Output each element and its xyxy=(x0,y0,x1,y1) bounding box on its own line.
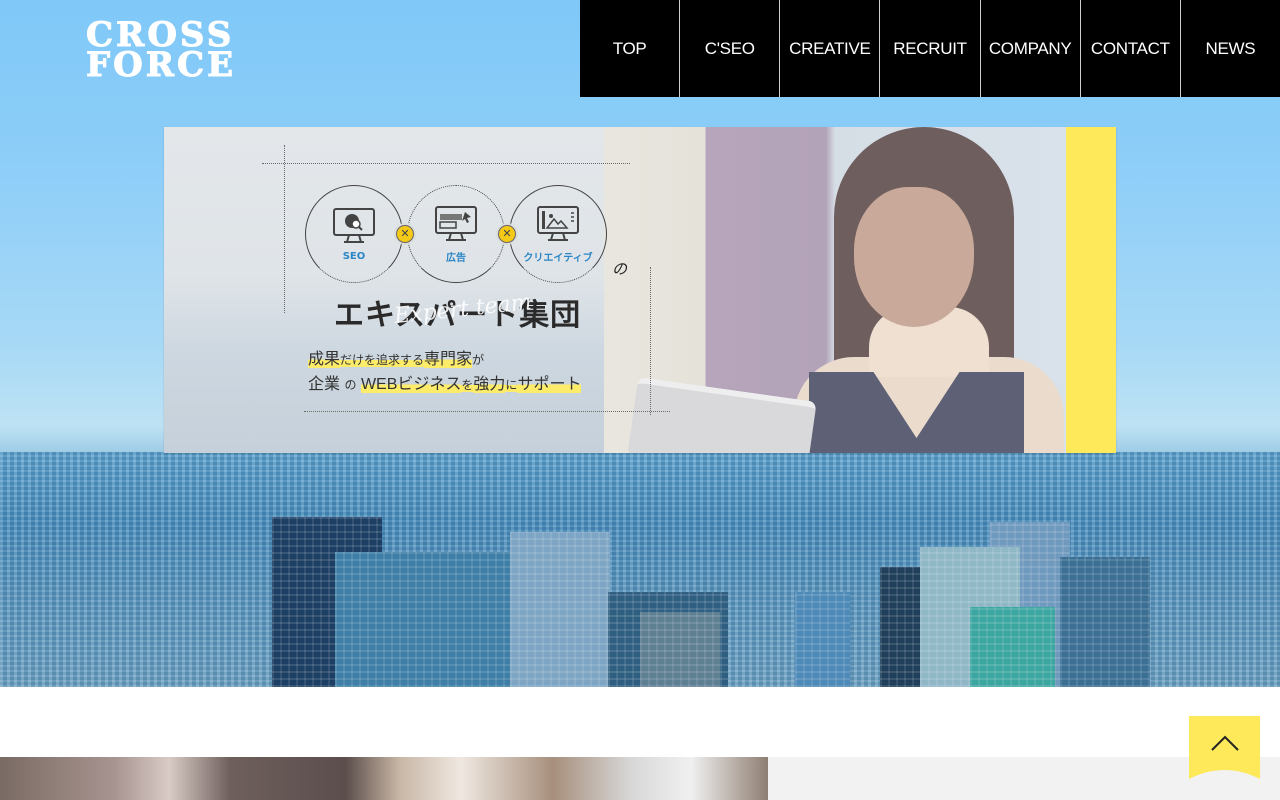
dotted-frame-line xyxy=(304,411,670,412)
logo-line-2: FORCE xyxy=(86,45,236,85)
nav-item-top[interactable]: TOP xyxy=(580,0,679,97)
nav-item-company[interactable]: COMPANY xyxy=(979,0,1080,97)
seo-monitor-icon xyxy=(332,207,376,245)
service-ad: 広告 xyxy=(407,185,505,283)
nav-item-cseo[interactable]: C'SEO xyxy=(679,0,779,97)
hero-banner: SEO 広告 クリエイティブ ✕ ✕ の エキスパート集団 Expert tea… xyxy=(164,127,1116,453)
main-navigation: TOP C'SEO CREATIVE RECRUIT COMPANY CONTA… xyxy=(580,0,1280,97)
dotted-frame-line xyxy=(284,145,285,313)
city-skyline-image xyxy=(0,452,1280,687)
dotted-frame-line xyxy=(262,163,630,164)
woman-with-tablet-photo xyxy=(604,127,1066,453)
nav-item-contact[interactable]: CONTACT xyxy=(1079,0,1180,97)
service-label: SEO xyxy=(342,250,366,262)
desk-work-photo xyxy=(0,757,768,800)
yellow-accent-strip xyxy=(1066,127,1116,453)
cross-force-logo[interactable]: CROSS FORCE xyxy=(86,18,278,85)
nav-item-news[interactable]: NEWS xyxy=(1179,0,1280,97)
cross-icon: ✕ xyxy=(498,225,516,243)
particle-no: の xyxy=(612,260,628,278)
hero-tagline-2: 企業 の WEBビジネスを強力にサポート xyxy=(308,376,582,393)
hero-tagline-1: 成果だけを追求する専門家が xyxy=(308,351,485,368)
cross-icon: ✕ xyxy=(396,225,414,243)
service-creative: クリエイティブ xyxy=(509,185,607,283)
service-label: クリエイティブ xyxy=(523,252,593,264)
service-seo: SEO xyxy=(305,185,403,283)
creative-monitor-icon xyxy=(536,205,580,243)
chevron-up-icon xyxy=(1210,734,1240,752)
back-to-top-button[interactable] xyxy=(1189,716,1260,779)
nav-item-recruit[interactable]: RECRUIT xyxy=(879,0,979,97)
ad-monitor-icon xyxy=(434,205,478,243)
dotted-frame-line xyxy=(650,267,651,415)
tablet-image xyxy=(627,376,817,453)
nav-item-creative[interactable]: CREATIVE xyxy=(779,0,879,97)
service-label: 広告 xyxy=(446,252,466,264)
